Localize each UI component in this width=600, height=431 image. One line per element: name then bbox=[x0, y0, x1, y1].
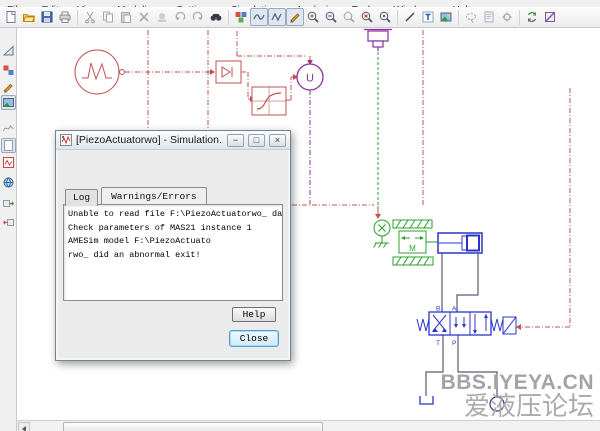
zoom-out-icon[interactable] bbox=[322, 8, 340, 26]
simulation-mode-icon[interactable] bbox=[268, 8, 286, 26]
hydraulic-cylinder[interactable] bbox=[438, 233, 482, 253]
scroll-left-button[interactable] bbox=[18, 422, 30, 431]
undo-icon[interactable] bbox=[171, 8, 189, 26]
print-icon[interactable] bbox=[56, 8, 74, 26]
saturation-block[interactable] bbox=[252, 87, 286, 115]
left-tool-column bbox=[0, 28, 17, 431]
component-library-icon[interactable] bbox=[1, 63, 16, 78]
delete-icon[interactable] bbox=[135, 8, 153, 26]
lasso-tool-icon[interactable] bbox=[462, 8, 480, 26]
simulation-log-dialog: [PiezoActuatorwo] - Simulation... − □ × … bbox=[55, 130, 291, 361]
parameter-mode-icon[interactable] bbox=[286, 8, 304, 26]
fixed-wall-top bbox=[393, 220, 432, 228]
minimize-button[interactable]: − bbox=[227, 134, 244, 147]
svg-text:M: M bbox=[409, 244, 416, 253]
dialog-tabs: Log Warnings/Errors bbox=[65, 187, 290, 204]
line-tool-icon[interactable] bbox=[401, 8, 419, 26]
toolbar-separator bbox=[77, 10, 78, 25]
tank[interactable] bbox=[420, 396, 433, 404]
globe-icon[interactable] bbox=[1, 175, 16, 190]
maximize-button[interactable]: □ bbox=[248, 134, 265, 147]
import-icon[interactable] bbox=[1, 215, 16, 230]
main-toolbar bbox=[0, 7, 600, 28]
find-icon[interactable] bbox=[207, 8, 225, 26]
triangle-ruler-icon[interactable] bbox=[1, 43, 16, 58]
watermark: BBS.IYEYA.CN 爱液压论坛 bbox=[441, 372, 594, 419]
document-icon[interactable] bbox=[1, 138, 16, 153]
zoom-in-icon[interactable] bbox=[304, 8, 322, 26]
svg-text:U: U bbox=[306, 73, 314, 85]
zoom-dynamic-icon[interactable] bbox=[376, 8, 394, 26]
dialog-titlebar[interactable]: [PiezoActuatorwo] - Simulation... − □ × bbox=[56, 131, 290, 150]
zoom-normal-icon[interactable] bbox=[340, 8, 358, 26]
position-sensor[interactable] bbox=[374, 220, 391, 248]
help-button[interactable]: Help bbox=[232, 307, 276, 322]
cut-icon[interactable] bbox=[81, 8, 99, 26]
export-icon[interactable] bbox=[1, 196, 16, 211]
piezo-actuator[interactable] bbox=[364, 30, 392, 52]
svg-text:B: B bbox=[436, 306, 440, 313]
pencil-icon[interactable] bbox=[1, 80, 16, 95]
svg-text:A: A bbox=[452, 306, 457, 313]
report-tool-icon[interactable] bbox=[480, 8, 498, 26]
signal-source[interactable] bbox=[75, 50, 125, 94]
svg-text:P: P bbox=[452, 340, 456, 347]
plot-icon[interactable] bbox=[1, 155, 16, 170]
curve-icon[interactable] bbox=[1, 120, 16, 135]
close-window-button[interactable]: × bbox=[269, 134, 286, 147]
mass-block[interactable]: M bbox=[399, 231, 426, 253]
log-line: AMESim model F:\PiezoActuato bbox=[68, 235, 278, 249]
close-button[interactable]: Close bbox=[229, 330, 279, 347]
left-triangle-icon bbox=[22, 426, 26, 431]
amesim-window: File Edit View Modeling Settings Simulat… bbox=[0, 0, 600, 431]
toolbar-separator bbox=[458, 10, 459, 25]
voltage-source[interactable]: U bbox=[297, 60, 323, 90]
menu-bar: File Edit View Modeling Settings Simulat… bbox=[0, 0, 600, 7]
toolbar-separator bbox=[228, 10, 229, 25]
log-line: rwo_ did an abnormal exit! bbox=[68, 249, 278, 263]
update-tool-icon[interactable] bbox=[523, 8, 541, 26]
gain-block[interactable] bbox=[216, 61, 241, 83]
zoom-all-icon[interactable] bbox=[358, 8, 376, 26]
log-output-panel[interactable]: Unable to read file F:\PiezoActuatorwo_ … bbox=[63, 204, 283, 301]
image-tool-icon[interactable] bbox=[437, 8, 455, 26]
servo-valve[interactable]: B A T P bbox=[417, 306, 516, 348]
log-line: Check parameters of MAS21 instance 1 bbox=[68, 222, 278, 236]
save-icon[interactable] bbox=[38, 8, 56, 26]
horizontal-scrollbar[interactable] bbox=[17, 420, 600, 431]
watermark-url: BBS.IYEYA.CN bbox=[441, 372, 594, 393]
text-tool-icon[interactable] bbox=[419, 8, 437, 26]
sketch-mode-icon[interactable] bbox=[250, 8, 268, 26]
copy-icon[interactable] bbox=[99, 8, 117, 26]
toolbar-separator bbox=[519, 10, 520, 25]
watermark-cn: 爱液压论坛 bbox=[441, 393, 594, 419]
app-icon bbox=[60, 134, 72, 146]
no-edit-tool-icon[interactable] bbox=[541, 8, 559, 26]
new-file-icon[interactable] bbox=[2, 8, 20, 26]
toolbar-separator bbox=[397, 10, 398, 25]
settings-tool-icon[interactable] bbox=[498, 8, 516, 26]
log-line: Unable to read file F:\PiezoActuatorwo_ … bbox=[68, 208, 278, 222]
stamp-icon[interactable] bbox=[153, 8, 171, 26]
redo-icon[interactable] bbox=[189, 8, 207, 26]
tab-warnings-errors[interactable]: Warnings/Errors bbox=[101, 187, 207, 204]
mode-library-icon[interactable] bbox=[232, 8, 250, 26]
paste-icon[interactable] bbox=[117, 8, 135, 26]
dialog-title: [PiezoActuatorwo] - Simulation... bbox=[76, 134, 223, 146]
scroll-thumb[interactable] bbox=[63, 422, 323, 431]
fixed-wall-bottom bbox=[393, 257, 433, 265]
picture-icon[interactable] bbox=[1, 95, 16, 110]
tab-log[interactable]: Log bbox=[65, 189, 98, 206]
svg-text:T: T bbox=[436, 340, 440, 347]
open-file-icon[interactable] bbox=[20, 8, 38, 26]
